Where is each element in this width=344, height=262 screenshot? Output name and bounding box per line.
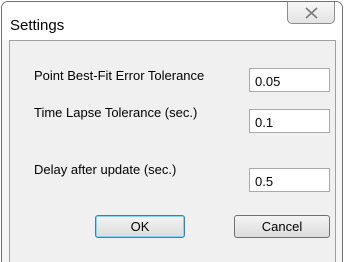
best-fit-tolerance-input[interactable]: 0.05 bbox=[249, 68, 330, 92]
ok-button[interactable]: OK bbox=[95, 215, 185, 238]
close-icon bbox=[305, 7, 318, 19]
dialog-title: Settings bbox=[10, 17, 65, 34]
close-button[interactable] bbox=[287, 2, 335, 24]
time-lapse-tolerance-input[interactable]: 0.1 bbox=[249, 109, 330, 133]
screen: Settings Point Best-Fit Error Tolerance … bbox=[0, 0, 344, 262]
title-bar[interactable]: Settings bbox=[2, 2, 342, 40]
delay-after-update-label: Delay after update (sec.) bbox=[34, 162, 177, 177]
settings-dialog: Settings Point Best-Fit Error Tolerance … bbox=[1, 1, 343, 262]
time-lapse-tolerance-label: Time Lapse Tolerance (sec.) bbox=[34, 105, 198, 120]
dialog-body: Point Best-Fit Error Tolerance 0.05 Time… bbox=[9, 40, 336, 262]
cancel-button[interactable]: Cancel bbox=[234, 215, 330, 238]
best-fit-tolerance-label: Point Best-Fit Error Tolerance bbox=[34, 68, 205, 83]
delay-after-update-input[interactable]: 0.5 bbox=[249, 168, 330, 192]
